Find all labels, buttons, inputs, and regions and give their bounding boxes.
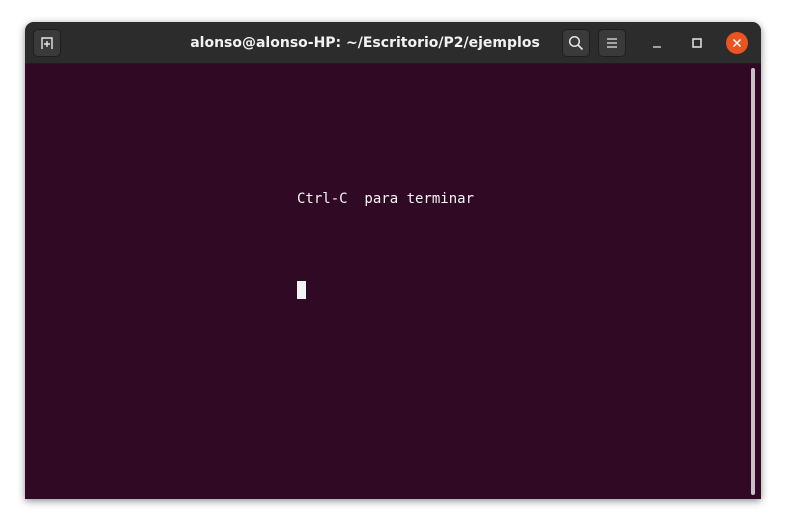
menu-button[interactable] [598, 29, 626, 57]
close-button[interactable] [726, 32, 748, 54]
window-title: alonso@alonso-HP: ~/Escritorio/P2/ejempl… [190, 35, 540, 51]
maximize-button[interactable] [686, 32, 708, 54]
search-button[interactable] [562, 29, 590, 57]
minimize-button[interactable] [646, 32, 668, 54]
search-icon [568, 35, 584, 51]
terminal-line: Ctrl-C para terminar [297, 191, 475, 207]
maximize-icon [692, 38, 702, 48]
title-bar[interactable]: alonso@alonso-HP: ~/Escritorio/P2/ejempl… [25, 22, 761, 64]
close-icon [732, 38, 742, 48]
text-cursor [297, 281, 306, 299]
terminal-output[interactable]: Ctrl-C para terminar [25, 64, 761, 499]
hamburger-menu-icon [607, 38, 617, 48]
new-tab-button[interactable] [33, 29, 61, 57]
terminal-window: alonso@alonso-HP: ~/Escritorio/P2/ejempl… [25, 22, 761, 499]
minimize-icon [653, 46, 661, 48]
new-tab-icon [41, 37, 53, 49]
vertical-scrollbar[interactable] [751, 68, 755, 495]
